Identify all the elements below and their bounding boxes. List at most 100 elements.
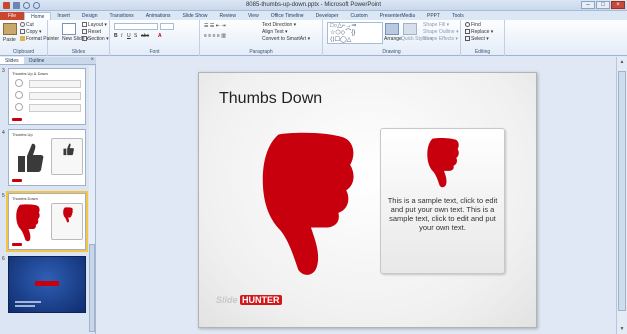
tab-presentermedia[interactable]: PresenterMedia — [374, 12, 421, 20]
cut-button[interactable]: Cut — [20, 22, 34, 28]
copy-button[interactable]: Copy ▾ — [20, 29, 42, 35]
binoculars-icon — [465, 22, 470, 28]
tab-tools[interactable]: Tools — [446, 12, 470, 20]
text-direction-button[interactable]: Text Direction ▾ — [262, 22, 296, 28]
thumbs-outline-icon — [15, 91, 23, 99]
replace-button[interactable]: Replace ▾ — [465, 29, 493, 35]
slides-group: New Slide ▾ Layout ▾ Reset Section ▾ Sli… — [48, 20, 110, 56]
copy-icon — [20, 29, 25, 35]
tab-view[interactable]: View — [242, 12, 265, 20]
panel-scrollbar-thumb[interactable] — [89, 244, 95, 332]
tab-insert[interactable]: Insert — [51, 12, 76, 20]
new-slide-icon[interactable] — [62, 23, 76, 35]
tab-developer[interactable]: Developer — [310, 12, 345, 20]
logo-text-right: HUNTER — [240, 295, 282, 305]
font-size-box[interactable] — [160, 23, 174, 30]
title-bar: 8085-thumbs-up-down.pptx - Microsoft Pow… — [0, 0, 627, 11]
minimize-button[interactable]: – — [581, 1, 595, 9]
convert-smartart-button[interactable]: Convert to SmartArt ▾ — [262, 36, 310, 42]
strikethrough-button[interactable]: abc — [141, 33, 149, 39]
panel-tabs: Slides Outline × — [0, 57, 96, 65]
close-button[interactable]: × — [611, 1, 625, 9]
scroll-up-icon[interactable]: ▲ — [618, 59, 626, 65]
slide-number: 5 — [2, 193, 5, 199]
shape-effects-button[interactable]: Shape Effects ▾ — [423, 36, 458, 42]
underline-button[interactable]: U — [127, 33, 131, 39]
thumbnail-logo — [12, 179, 22, 182]
slide-title[interactable]: Thumbs Down — [219, 90, 322, 108]
ribbon-tabs: File Home Insert Design Transitions Anim… — [0, 11, 627, 20]
window-controls: – □ × — [581, 1, 625, 9]
panel-scrollbar[interactable] — [89, 66, 95, 332]
thumbs-outline-icon — [15, 79, 23, 87]
panel-tab-slides[interactable]: Slides — [0, 57, 24, 64]
content-textbox[interactable]: This is a sample text, click to edit and… — [380, 128, 505, 274]
shapes-gallery[interactable]: □○△⌐→⇒ ☆⬡◇⌒{} ⟨⟩☐◯△ — [327, 22, 383, 44]
scissors-icon — [20, 22, 25, 28]
thumbs-down-icon — [16, 204, 40, 242]
reset-button[interactable]: Reset — [82, 29, 101, 35]
arrange-button[interactable]: Arrange — [384, 36, 402, 42]
italic-button[interactable]: I — [121, 33, 122, 39]
scrollbar-thumb[interactable] — [618, 71, 626, 311]
panel-tab-outline[interactable]: Outline — [24, 57, 50, 64]
shadow-button[interactable]: S — [134, 33, 137, 39]
arrange-icon[interactable] — [385, 23, 399, 35]
panel-close-icon[interactable]: × — [90, 57, 94, 63]
tab-home[interactable]: Home — [24, 12, 52, 20]
thumbnail-logo — [35, 281, 59, 286]
scroll-down-icon[interactable]: ▼ — [618, 326, 626, 332]
font-name-box[interactable] — [114, 23, 158, 30]
align-text-button[interactable]: Align Text ▾ — [262, 29, 288, 35]
quick-styles-icon[interactable] — [403, 23, 417, 35]
section-button[interactable]: Section ▾ — [82, 36, 109, 42]
tab-custom[interactable]: Custom — [344, 12, 373, 20]
tab-design[interactable]: Design — [76, 12, 104, 20]
tab-file[interactable]: File — [0, 12, 25, 20]
slide-thumbnail-selected[interactable]: Thumbs Down — [6, 191, 88, 252]
layout-button[interactable]: Layout ▾ — [82, 22, 107, 28]
align-buttons[interactable]: ≡ ≡ ≡ ≡ ▥ — [204, 33, 226, 39]
slide[interactable]: Thumbs Down This is a sample text, click… — [198, 72, 537, 328]
drawing-label: Drawing — [382, 49, 401, 55]
thumbs-outline-icon — [15, 103, 23, 111]
thumbnail-title: Thumbs Up & Down — [12, 71, 48, 76]
ribbon: Paste Cut Copy ▾ Format Painter Clipboar… — [0, 20, 627, 56]
slide-number: 6 — [2, 256, 5, 262]
font-color-button[interactable]: A — [158, 33, 162, 39]
tab-pppt[interactable]: PPPT — [421, 12, 446, 20]
tab-review[interactable]: Review — [214, 12, 242, 20]
paste-icon[interactable] — [3, 23, 17, 35]
shape-outline-button[interactable]: Shape Outline ▾ — [423, 29, 459, 35]
slide-thumbnail[interactable] — [8, 256, 86, 313]
vertical-scrollbar[interactable]: ▲ ▼ — [616, 57, 627, 334]
tab-office-timeline[interactable]: Office Timeline — [265, 12, 310, 20]
thumbnail-text-line — [15, 301, 41, 303]
tab-transitions[interactable]: Transitions — [104, 12, 140, 20]
slide-number: 4 — [2, 130, 5, 136]
thumbs-down-icon[interactable] — [259, 128, 357, 282]
slides-label: Slides — [71, 49, 86, 55]
thumbs-down-icon — [63, 207, 73, 223]
maximize-button[interactable]: □ — [596, 1, 610, 9]
slide-thumbnail[interactable]: Thumbs Up & Down — [8, 68, 86, 125]
thumbs-down-icon — [427, 137, 459, 188]
reset-icon — [82, 29, 87, 35]
tab-slide-show[interactable]: Slide Show — [177, 12, 214, 20]
paste-button[interactable]: Paste — [3, 37, 16, 43]
select-button[interactable]: Select ▾ — [465, 36, 489, 42]
find-button[interactable]: Find — [465, 22, 481, 28]
bullets-button[interactable]: ☰ ☰ ⇤ ⇥ — [204, 23, 226, 29]
body-text[interactable]: This is a sample text, click to edit and… — [385, 196, 500, 232]
slides-panel: Slides Outline × 3 Thumbs Up & Down 4 Th… — [0, 57, 96, 334]
thumbnail-textbox — [51, 203, 83, 240]
logo-text-left: Slide — [216, 295, 238, 305]
thumbs-up-icon — [18, 143, 44, 172]
thumbnail-textbox — [29, 92, 81, 100]
shape-fill-button[interactable]: Shape Fill ▾ — [423, 22, 449, 28]
tab-animations[interactable]: Animations — [140, 12, 177, 20]
thumbnail-logo — [12, 243, 22, 246]
bold-button[interactable]: B — [114, 33, 118, 39]
editing-label: Editing — [474, 49, 491, 55]
slide-thumbnail[interactable]: Thumbs Up — [8, 129, 86, 186]
